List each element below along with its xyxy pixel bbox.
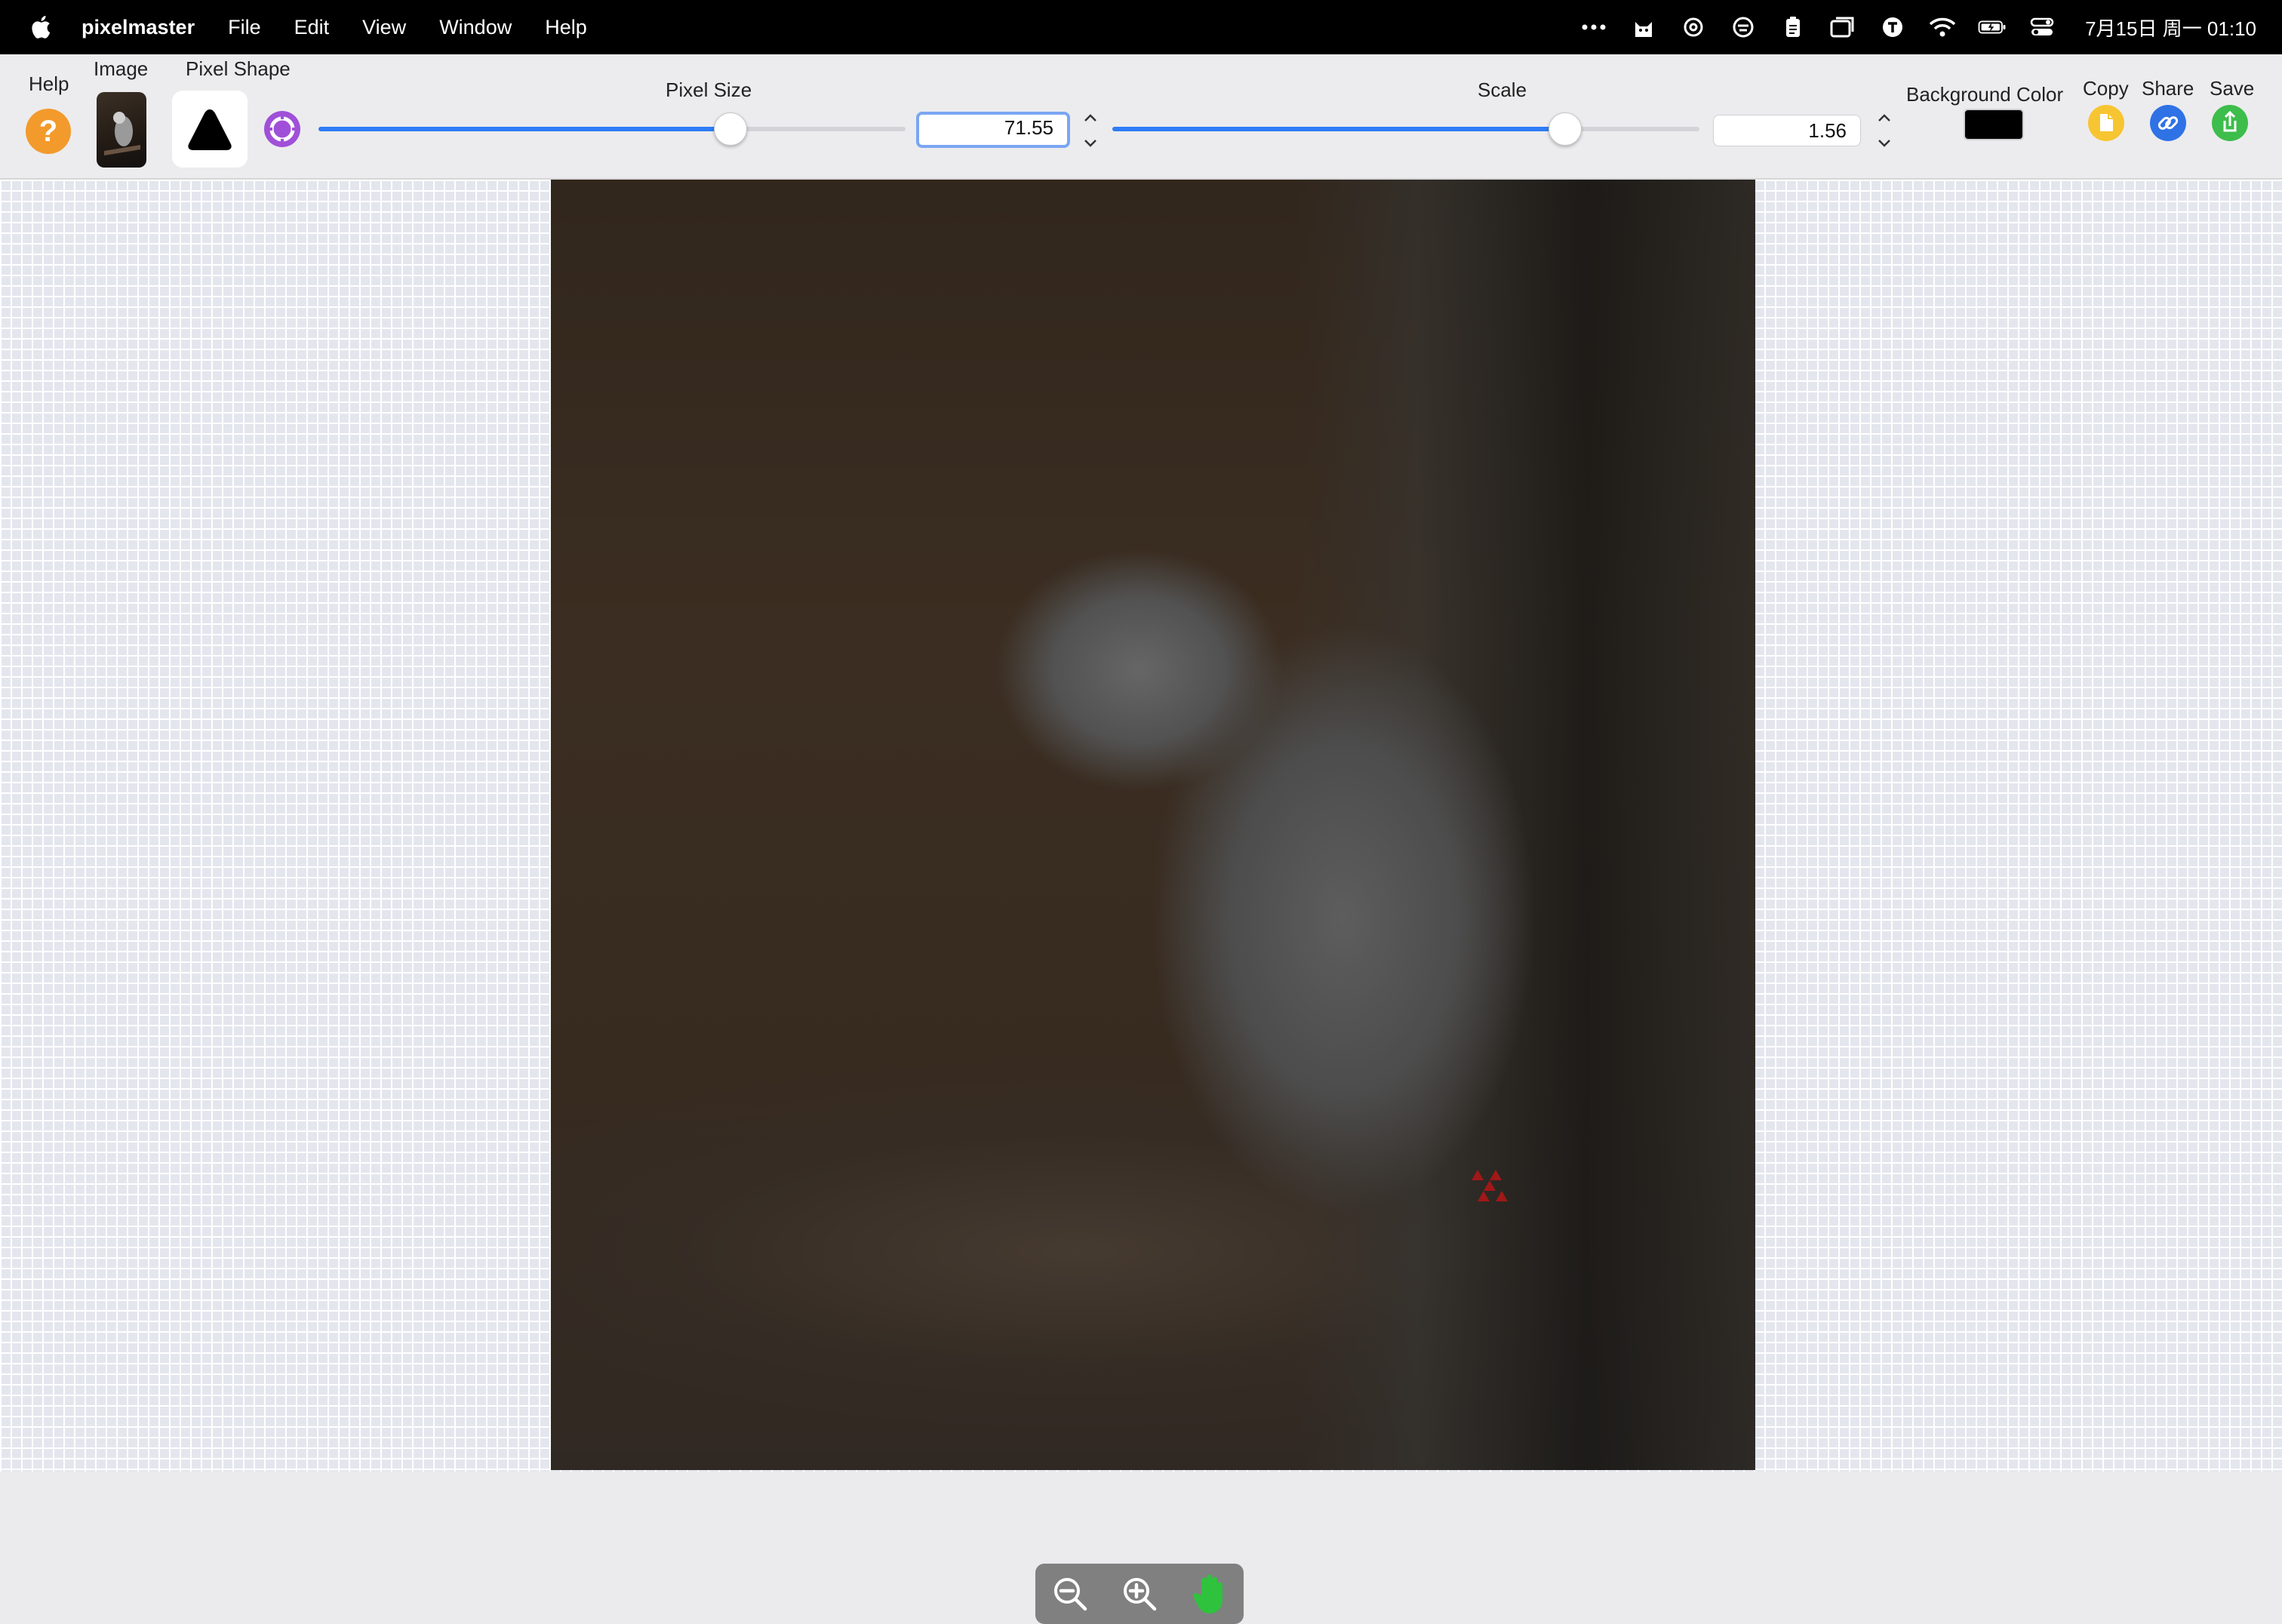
window-bottom-edge xyxy=(0,1472,2282,1482)
t-app-icon[interactable] xyxy=(1878,14,1907,41)
hand-tool-icon[interactable] xyxy=(1186,1571,1232,1616)
pixelated-image[interactable] xyxy=(551,180,1755,1470)
wifi-icon[interactable] xyxy=(1928,14,1957,41)
save-button[interactable] xyxy=(2211,104,2249,142)
parrot-thumbnail-icon xyxy=(104,112,140,155)
openai-icon[interactable] xyxy=(1679,14,1708,41)
menu-bar: pixelmaster File Edit View Window Help 7… xyxy=(0,0,2282,54)
chevron-up-icon[interactable] xyxy=(1084,113,1097,122)
triangle-pixel-pattern xyxy=(551,180,1755,1470)
pixel-size-slider-fill xyxy=(318,127,730,131)
share-label: Share xyxy=(2142,77,2194,100)
chevron-up-icon[interactable] xyxy=(1878,113,1891,122)
window-icon[interactable] xyxy=(1828,14,1857,41)
zoom-toolbar xyxy=(1035,1564,1244,1624)
triangle-shape-icon xyxy=(188,109,232,150)
copy-button[interactable] xyxy=(2087,104,2125,142)
menu-help[interactable]: Help xyxy=(545,16,587,39)
control-center-icon[interactable] xyxy=(2028,14,2056,41)
toolbar xyxy=(0,54,2282,180)
pixel-size-label: Pixel Size xyxy=(666,78,752,101)
clipboard-icon[interactable] xyxy=(1779,14,1807,41)
scale-label: Scale xyxy=(1478,78,1527,101)
scale-field[interactable]: 1.56 xyxy=(1713,115,1861,146)
image-label: Image xyxy=(94,57,149,80)
chevron-down-icon[interactable] xyxy=(1084,139,1097,148)
zoom-out-icon[interactable] xyxy=(1047,1571,1093,1616)
pixel-size-slider-knob[interactable] xyxy=(713,112,747,146)
background-color-label: Background Color xyxy=(1906,83,2064,106)
question-mark-icon: ? xyxy=(38,114,58,148)
help-button[interactable]: ? xyxy=(26,109,71,154)
shape-options-button[interactable] xyxy=(263,110,301,148)
pixel-size-stepper[interactable] xyxy=(1081,113,1100,148)
menu-view[interactable]: View xyxy=(362,16,406,39)
pixel-shape-label: Pixel Shape xyxy=(186,57,291,80)
more-icon[interactable] xyxy=(1579,14,1608,41)
save-label: Save xyxy=(2210,77,2255,100)
status-area: 7月15日 周一 01:10 xyxy=(1558,0,2256,54)
menubar-clock[interactable]: 7月15日 周一 01:10 xyxy=(2085,14,2256,42)
pixel-shape-selector[interactable] xyxy=(172,91,248,168)
image-thumbnail[interactable] xyxy=(97,92,146,168)
pixel-size-slider[interactable] xyxy=(318,112,906,146)
apple-logo-icon[interactable] xyxy=(29,14,56,41)
menu-app-name[interactable]: pixelmaster xyxy=(82,16,195,39)
scale-slider-knob[interactable] xyxy=(1548,112,1582,146)
link-icon xyxy=(2150,105,2186,141)
document-copy-icon xyxy=(2088,105,2124,141)
menu-edit[interactable]: Edit xyxy=(294,16,330,39)
zoom-in-icon[interactable] xyxy=(1117,1571,1162,1616)
canvas-area[interactable] xyxy=(0,180,2282,1624)
scale-stepper[interactable] xyxy=(1874,113,1894,148)
help-label: Help xyxy=(29,72,69,95)
menu-window[interactable]: Window xyxy=(439,16,512,39)
lifebuoy-icon xyxy=(264,111,300,147)
scale-slider[interactable] xyxy=(1112,112,1699,146)
cat-icon[interactable] xyxy=(1629,14,1658,41)
scale-slider-fill xyxy=(1112,127,1565,131)
share-button[interactable] xyxy=(2149,104,2187,142)
pixel-size-field[interactable]: 71.55 xyxy=(916,112,1070,148)
export-icon xyxy=(2212,105,2248,141)
chevron-down-icon[interactable] xyxy=(1878,139,1891,148)
menu-file[interactable]: File xyxy=(228,16,261,39)
copy-label: Copy xyxy=(2083,77,2129,100)
chat-app-icon[interactable] xyxy=(1729,14,1758,41)
background-color-swatch[interactable] xyxy=(1964,109,2024,140)
battery-icon[interactable] xyxy=(1978,14,2007,41)
